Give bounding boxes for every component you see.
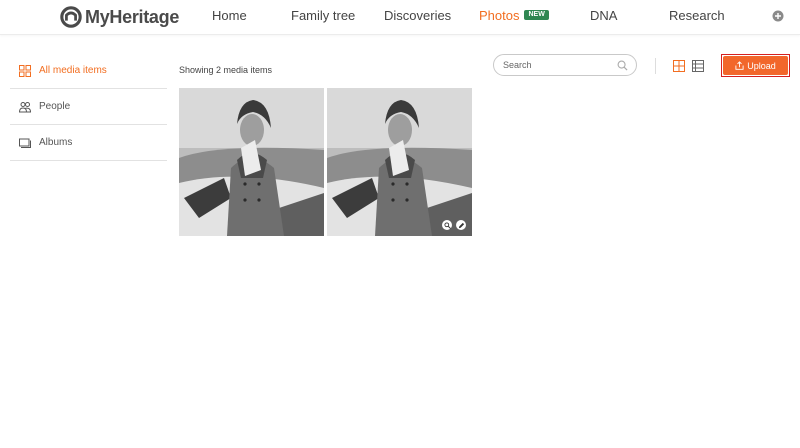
sidebar-item-label: Albums: [39, 137, 73, 148]
nav-discoveries[interactable]: Discoveries: [384, 0, 451, 32]
upload-button[interactable]: Upload: [723, 56, 788, 75]
top-navigation: MyHeritage Home Family tree Discoveries …: [0, 0, 800, 35]
photo-image: [327, 88, 472, 236]
nav-research[interactable]: Research: [669, 0, 725, 32]
nav-dna[interactable]: DNA: [590, 0, 617, 32]
new-badge: NEW: [524, 10, 549, 21]
edit-button[interactable]: [456, 220, 466, 230]
sidebar-item-label: People: [39, 101, 71, 112]
nav-family-tree[interactable]: Family tree: [291, 0, 355, 32]
nav-home[interactable]: Home: [212, 0, 247, 32]
sidebar-item-all-media[interactable]: All media items: [10, 53, 167, 89]
upload-label: Upload: [747, 60, 776, 71]
media-thumbnail[interactable]: [327, 88, 472, 236]
upload-icon: [735, 61, 744, 70]
media-sidebar: All media items People Albums: [10, 53, 167, 161]
sidebar-item-albums[interactable]: Albums: [10, 125, 167, 161]
nav-photos[interactable]: Photos NEW: [479, 0, 549, 32]
brand-logo[interactable]: MyHeritage: [60, 6, 179, 28]
nav-photos-label: Photos: [479, 8, 520, 23]
search-icon[interactable]: [617, 60, 628, 71]
brand-name: MyHeritage: [85, 7, 180, 27]
grid-view-icon[interactable]: [673, 60, 685, 72]
search-box: [493, 54, 637, 76]
list-view-icon[interactable]: [692, 60, 704, 72]
sidebar-item-people[interactable]: People: [10, 89, 167, 125]
albums-icon: [19, 138, 31, 148]
zoom-button[interactable]: [442, 220, 452, 230]
people-icon: [19, 101, 31, 112]
sidebar-item-label: All media items: [39, 65, 107, 76]
grid-icon: [19, 64, 31, 77]
media-thumbnail[interactable]: [179, 88, 324, 236]
myheritage-logo-icon: [60, 6, 82, 28]
edit-icon: [458, 222, 464, 228]
photo-image: [179, 88, 324, 236]
zoom-icon: [443, 221, 451, 229]
search-input[interactable]: [503, 58, 613, 72]
help-icon[interactable]: [772, 10, 784, 22]
media-count-text: Showing 2 media items: [179, 65, 273, 75]
toolbar-divider: [655, 58, 656, 74]
